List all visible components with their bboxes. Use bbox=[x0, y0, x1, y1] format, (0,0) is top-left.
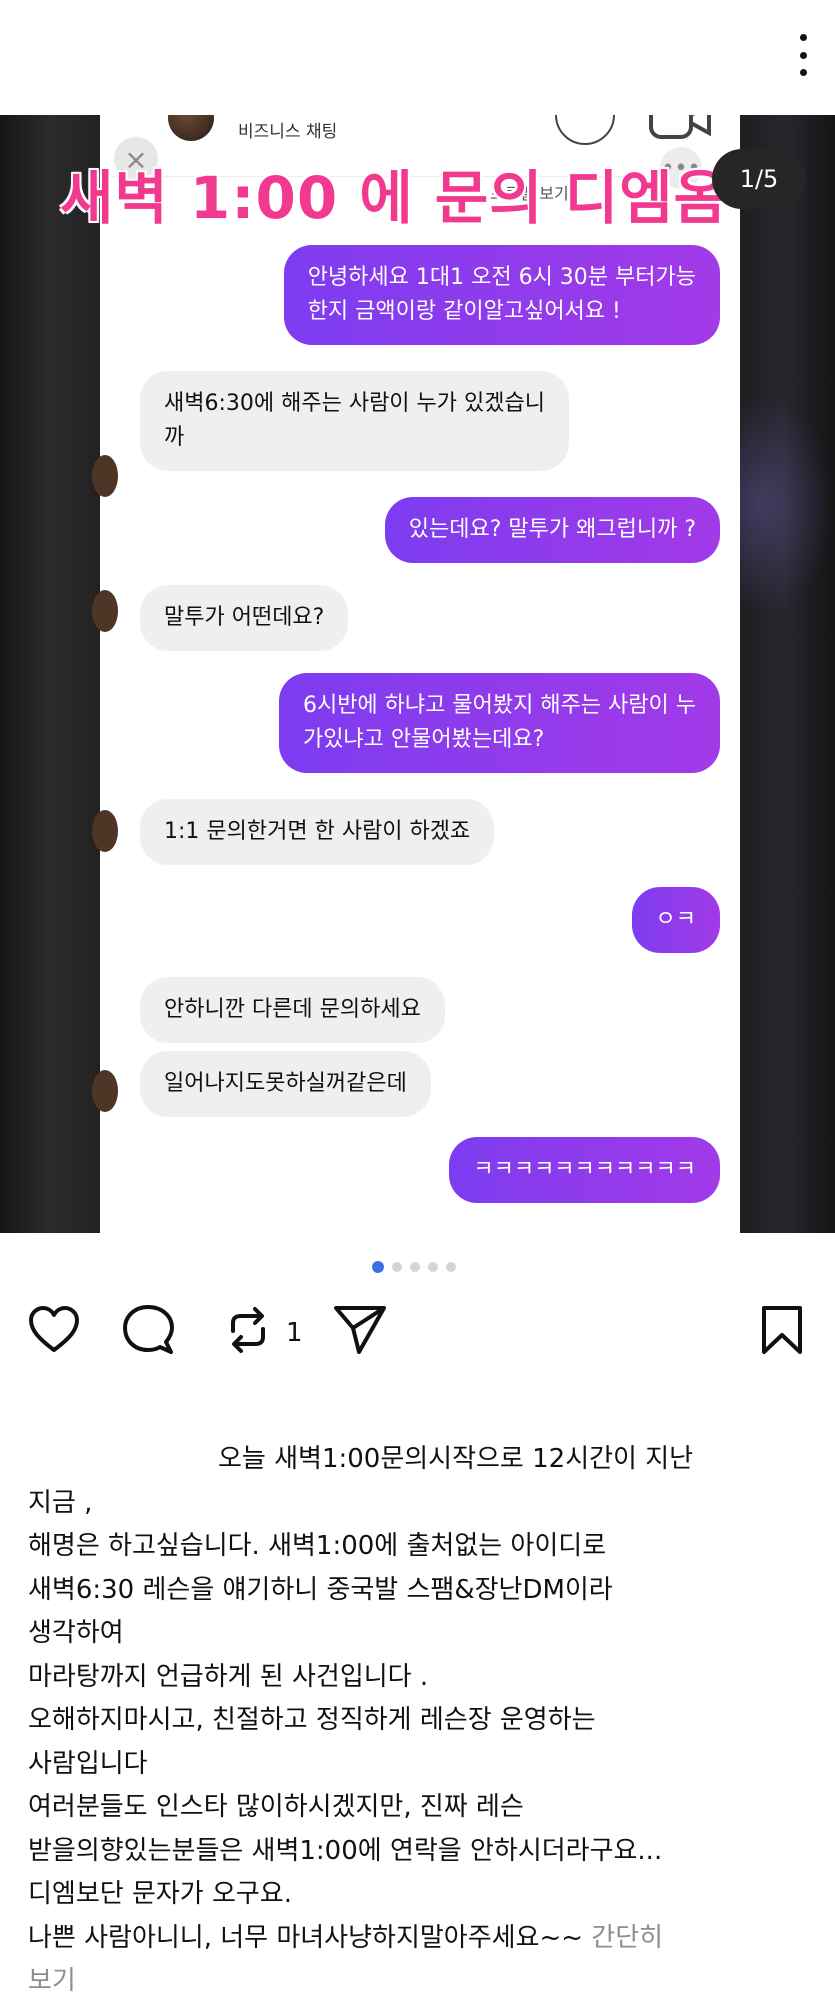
caption-line: 새벽6:30 레슨을 얘기하니 중국발 스팸&장난DM이라 bbox=[28, 1569, 808, 1613]
more-dot bbox=[799, 69, 807, 76]
message-text: 새벽6:30에 해주는 사람이 누가 있겠습니 bbox=[164, 391, 545, 416]
message-text: 안녕하세요 1대1 오전 6시 30분 부터가능 bbox=[307, 265, 696, 290]
incoming-message: 새벽6:30에 해주는 사람이 누가 있겠습니까 bbox=[140, 371, 569, 471]
caption-line: 해명은 하고싶습니다. 새벽1:00에 출처없는 아이디로 bbox=[28, 1525, 808, 1569]
incoming-message: 1:1 문의한거면 한 사람이 하겠죠 bbox=[140, 799, 495, 865]
caption-text: 디엠보단 문자가 오구요. bbox=[28, 1879, 292, 1909]
video-icon bbox=[649, 115, 711, 139]
carousel-indicator bbox=[372, 1261, 456, 1273]
message-text: 가있냐고 안물어봤는데요? bbox=[302, 727, 545, 752]
more-dot bbox=[799, 51, 807, 59]
caption-text: 나쁜 사람아니니, 너무 마녀사냥하지말아주세요~~ bbox=[28, 1922, 592, 1953]
message-text: 있는데요? 말투가 왜그럽니까 ? bbox=[408, 517, 696, 542]
caption-text: 여러분들도 인스타 많이하시겠지만, 진짜 레슨 bbox=[28, 1792, 524, 1822]
bookmark-icon[interactable] bbox=[756, 1300, 808, 1360]
outgoing-message: 있는데요? 말투가 왜그럽니까 ? bbox=[384, 497, 720, 563]
carousel-dot bbox=[372, 1261, 384, 1273]
caption-text: 마라탕까지 언급하게 된 사건입니다 . bbox=[28, 1661, 429, 1692]
more-dot bbox=[799, 34, 807, 41]
carousel-dot bbox=[446, 1262, 456, 1272]
repost-count: 1 bbox=[286, 1318, 303, 1348]
message-text: 한지 금액이랑 같이알고싶어서요 ! bbox=[307, 299, 621, 324]
incoming-message: 안하니깐 다른데 문의하세요 bbox=[140, 977, 445, 1043]
outgoing-message: ㅋㅋㅋㅋㅋㅋㅋㅋㅋㅋㅋ bbox=[449, 1137, 720, 1203]
caption-line: 나쁜 사람아니니, 너무 마녀사냥하지말아주세요~~ 간단히 bbox=[28, 1917, 808, 1961]
caption-line: 생각하여 bbox=[28, 1612, 808, 1656]
message-text: 1:1 문의한거면 한 사람이 하겠죠 bbox=[164, 819, 471, 844]
more-options-icon[interactable] bbox=[789, 30, 817, 80]
message-text: ㅋㅋㅋㅋㅋㅋㅋㅋㅋㅋㅋ bbox=[473, 1157, 696, 1182]
sender-avatar bbox=[92, 1070, 118, 1112]
message-text: ㅇㅋ bbox=[655, 907, 696, 932]
caption-text: 새벽6:30 레슨을 얘기하니 중국발 스팸&장난DM이라 bbox=[28, 1574, 613, 1605]
top-bar bbox=[0, 0, 835, 115]
page-counter: 1/5 bbox=[712, 149, 806, 209]
message-text: 말투가 어떤데요? bbox=[164, 605, 325, 630]
outgoing-message: ㅇㅋ bbox=[631, 887, 720, 953]
caption-line: 마라탕까지 언급하게 된 사건입니다 . bbox=[28, 1656, 808, 1700]
caption-more-link[interactable]: 간단히 bbox=[591, 1923, 663, 1953]
caption-text: 사람입니다 bbox=[28, 1748, 148, 1779]
repost-icon[interactable] bbox=[220, 1300, 276, 1360]
caption-line: 오해하지마시고, 친절하고 정직하게 레슨장 운영하는 bbox=[28, 1699, 808, 1743]
caption-text: 지금 , bbox=[28, 1487, 93, 1518]
caption-line: 오늘 새벽1:00문의시작으로 12시간이 지난 bbox=[28, 1438, 808, 1482]
action-bar: 1 bbox=[0, 1300, 835, 1370]
caption-text: 오해하지마시고, 친절하고 정직하게 레슨장 운영하는 bbox=[28, 1705, 596, 1735]
caption-line: 지금 , bbox=[28, 1482, 808, 1526]
message-text: 안하니깐 다른데 문의하세요 bbox=[164, 997, 421, 1022]
message-text: 까 bbox=[164, 425, 185, 450]
send-icon[interactable] bbox=[330, 1300, 390, 1360]
caption-line: 받을의향있는분들은 새벽1:00에 연락을 안하시더라구요... bbox=[28, 1830, 808, 1874]
caption-text: 생각하여 bbox=[28, 1618, 124, 1648]
caption-line: 디엠보단 문자가 오구요. bbox=[28, 1873, 808, 1917]
carousel-dot bbox=[428, 1262, 438, 1272]
heart-icon[interactable] bbox=[26, 1300, 82, 1360]
overlay-title: 새벽 1:00 에 문의 디엠옴 bbox=[60, 164, 728, 232]
caption-text: 받을의향있는분들은 새벽1:00에 연락을 안하시더라구요... bbox=[28, 1835, 663, 1866]
caption-text: 해명은 하고싶습니다. 새벽1:00에 출처없는 아이디로 bbox=[28, 1531, 607, 1561]
chat-avatar bbox=[168, 115, 214, 141]
caption-text: 오늘 새벽1:00문의시작으로 12시간이 지난 bbox=[218, 1444, 694, 1474]
incoming-message: 일어나지도못하실꺼같은데 bbox=[140, 1051, 431, 1117]
chat-header-title: 비즈니스 채팅 bbox=[238, 122, 338, 142]
sender-avatar bbox=[92, 590, 118, 632]
post-media[interactable]: 비즈니스 채팅 × ••• 프로필 보기 안녕하세요 1대1 오전 6시 30분… bbox=[0, 115, 835, 1233]
outgoing-message: 안녕하세요 1대1 오전 6시 30분 부터가능한지 금액이랑 같이알고싶어서요… bbox=[283, 245, 720, 345]
carousel-dot bbox=[392, 1262, 402, 1272]
outgoing-message: 6시반에 하냐고 물어봤지 해주는 사람이 누가있냐고 안물어봤는데요? bbox=[278, 673, 720, 773]
message-text: 일어나지도못하실꺼같은데 bbox=[164, 1071, 407, 1096]
incoming-message: 말투가 어떤데요? bbox=[140, 585, 349, 651]
post-caption: 오늘 새벽1:00문의시작으로 12시간이 지난지금 , 해명은 하고싶습니다. … bbox=[28, 1438, 808, 1998]
sender-avatar bbox=[92, 810, 118, 852]
phone-icon bbox=[555, 115, 615, 145]
caption-line: 사람입니다 bbox=[28, 1743, 808, 1787]
chat-screenshot: 비즈니스 채팅 × ••• 프로필 보기 안녕하세요 1대1 오전 6시 30분… bbox=[100, 115, 740, 1233]
sender-avatar bbox=[92, 455, 118, 497]
caption-line: 여러분들도 인스타 많이하시겠지만, 진짜 레슨 bbox=[28, 1786, 808, 1830]
comment-icon[interactable] bbox=[120, 1300, 176, 1360]
caption-more-link-continued[interactable]: 보기 bbox=[28, 1960, 808, 1998]
message-text: 6시반에 하냐고 물어봤지 해주는 사람이 누 bbox=[302, 693, 696, 718]
carousel-dot bbox=[410, 1262, 420, 1272]
